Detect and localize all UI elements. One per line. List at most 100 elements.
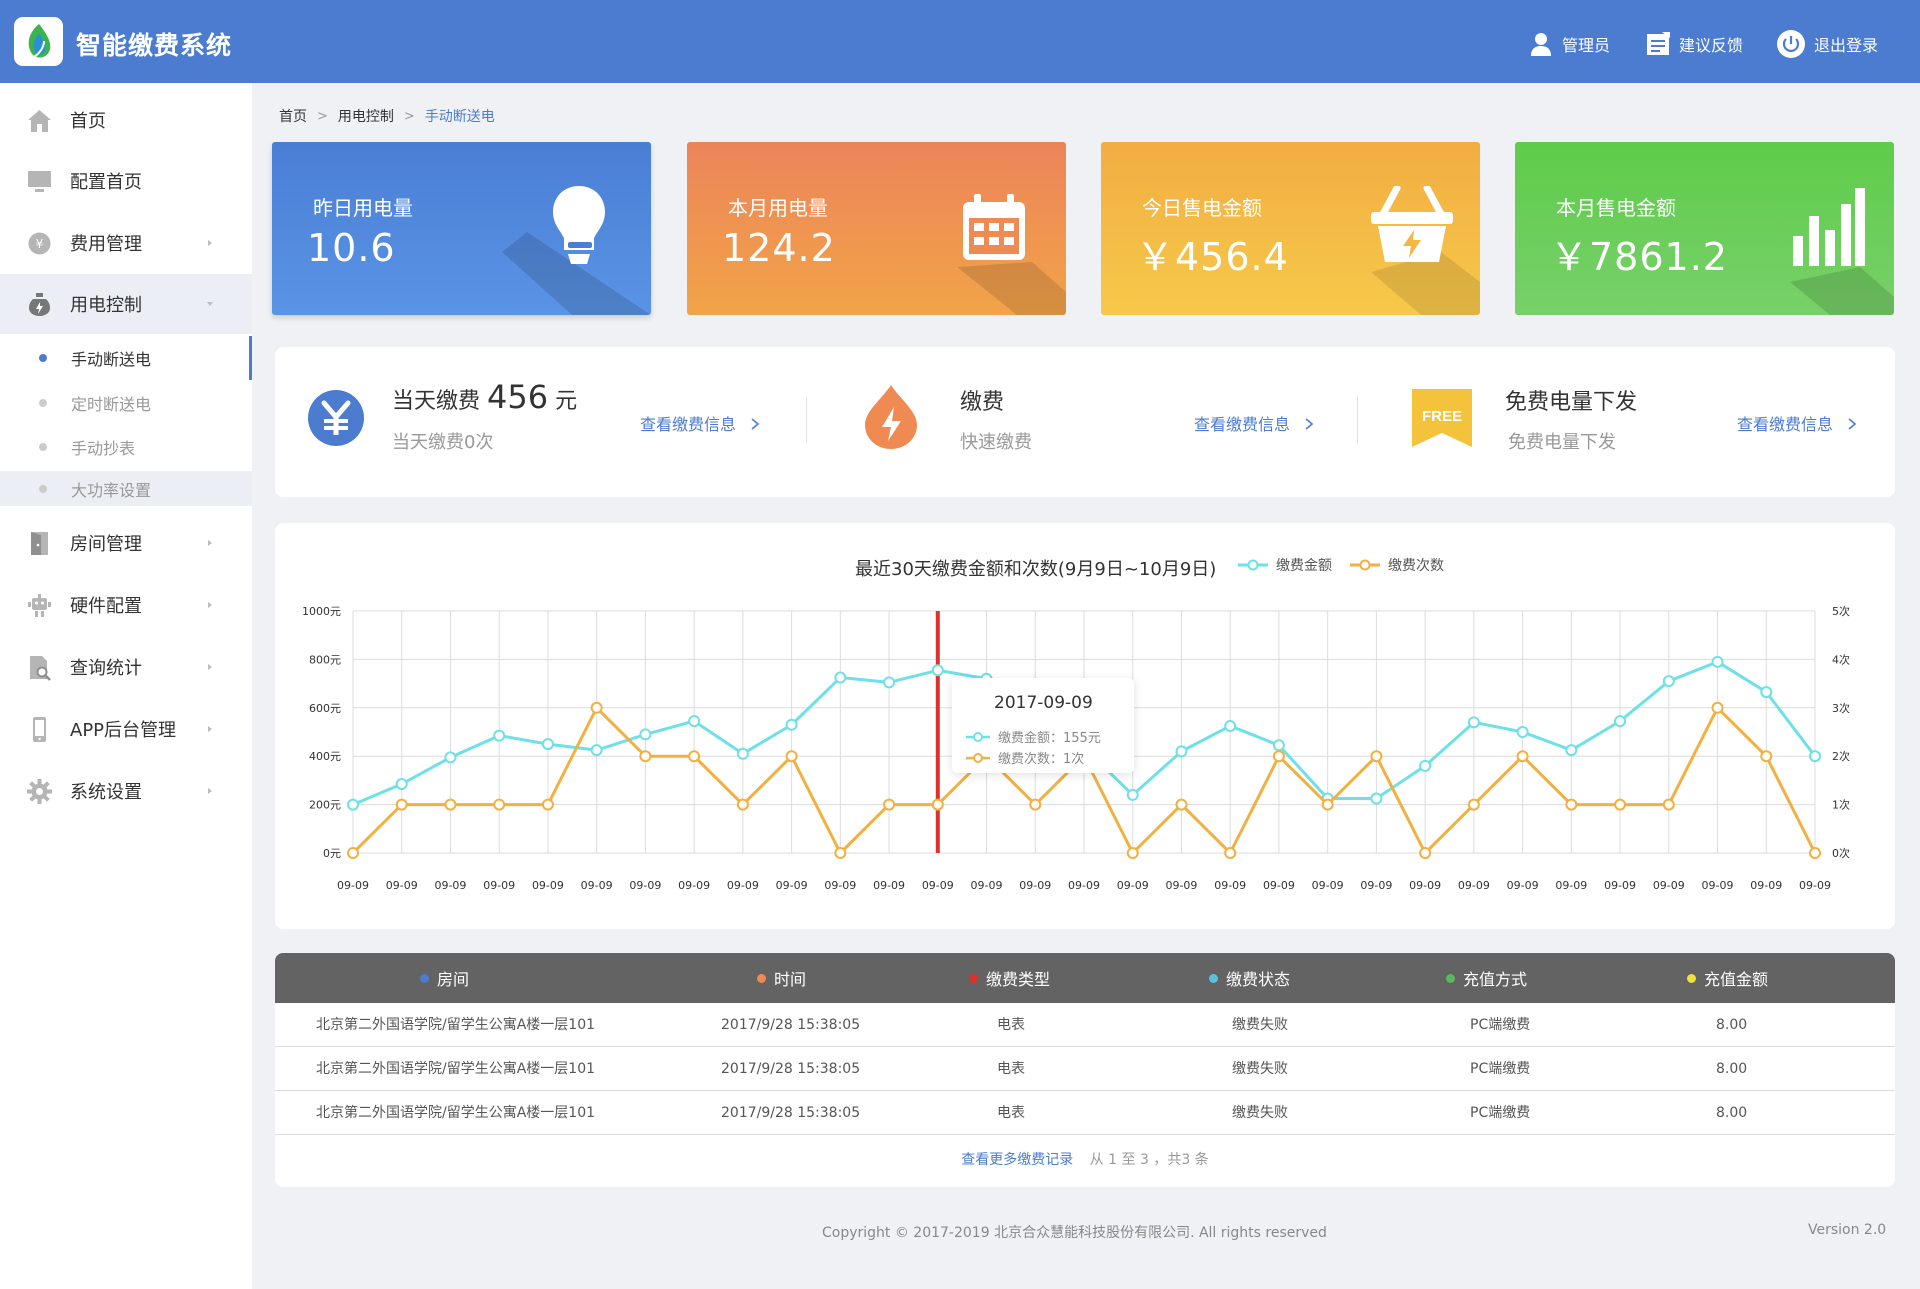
sidebar-item-hardware[interactable]: 硬件配置 xyxy=(0,575,252,635)
bullet-icon xyxy=(39,443,47,451)
sidebar-item-rooms[interactable]: 房间管理 xyxy=(0,513,252,573)
view-payment-info-link[interactable]: 查看缴费信息 xyxy=(1737,411,1858,435)
yen-coin-icon: ¥ xyxy=(28,232,51,255)
th-label: 缴费类型 xyxy=(986,970,1051,989)
free-ribbon-icon: FREE xyxy=(1410,387,1474,451)
app-logo[interactable] xyxy=(14,17,63,66)
payment-subtitle: 快速缴费 xyxy=(960,432,1032,453)
cell-room: 北京第二外国语学院/留学生公寓A楼一层101 xyxy=(316,1017,596,1033)
header-dot xyxy=(1446,973,1455,983)
power-bottle-icon xyxy=(29,293,50,316)
quick-info-panel xyxy=(275,347,1895,497)
stat-value: 10.6 xyxy=(307,226,396,270)
cell-recharge-method: PC端缴费 xyxy=(1470,1061,1531,1077)
stat-label: 本月售电金额 xyxy=(1556,196,1676,220)
free-badge-text: FREE xyxy=(1421,408,1462,425)
sidebar-subitem-timed-switch[interactable]: 定时断送电 xyxy=(0,381,252,425)
chart-title: 最近30天缴费金额和次数(9月9日~10月9日) xyxy=(855,559,1217,580)
sidebar-subitem-label: 手动抄表 xyxy=(71,439,136,458)
view-more-records-link[interactable]: 查看更多缴费记录 xyxy=(961,1152,1073,1168)
sidebar-item-label: APP后台管理 xyxy=(70,720,177,741)
logout-label: 退出登录 xyxy=(1814,36,1879,55)
cell-time: 2017/9/28 15:38:05 xyxy=(721,1061,861,1077)
th-room[interactable]: 房间 xyxy=(420,953,469,1003)
divider xyxy=(1357,397,1358,443)
sidebar-item-label: 查询统计 xyxy=(70,658,142,679)
sidebar-subitem-label: 手动断送电 xyxy=(71,350,152,369)
chevron-right-icon xyxy=(1848,418,1857,430)
sidebar-item-label: 费用管理 xyxy=(70,234,142,255)
caret-right-icon xyxy=(208,726,212,732)
bullet-icon xyxy=(39,484,47,493)
pagination-info: 从 1 至 3 ，共3 条 xyxy=(1089,1152,1209,1168)
sidebar-item-home[interactable]: 首页 xyxy=(0,90,252,150)
chevron-right-icon xyxy=(751,418,760,430)
svg-text:¥: ¥ xyxy=(36,237,44,251)
chart-tooltip: 2017-09-09 缴费金额：155元 缴费次数：1次 xyxy=(952,678,1134,773)
breadcrumb-home[interactable]: 首页 xyxy=(279,106,307,126)
legend-count[interactable]: 缴费次数 xyxy=(1350,555,1444,575)
home-icon xyxy=(28,110,51,132)
gear-icon xyxy=(27,779,52,804)
th-label: 时间 xyxy=(774,970,807,989)
sidebar-item-label: 用电控制 xyxy=(70,295,142,316)
cell-payment-status: 缴费失败 xyxy=(1232,1061,1288,1077)
sidebar-subitem-high-power[interactable]: 大功率设置 xyxy=(0,471,252,506)
stat-value: ￥7861.2 xyxy=(1550,235,1728,279)
stat-label: 昨日用电量 xyxy=(313,196,413,220)
tooltip-amount-row: 缴费金额：155元 xyxy=(966,727,1101,746)
tooltip-count: 缴费次数：1次 xyxy=(998,752,1085,767)
caret-down-icon xyxy=(207,302,213,306)
lightning-drop-icon xyxy=(865,385,917,449)
today-payment-title: 当天缴费 456 元 xyxy=(392,378,577,416)
cell-room: 北京第二外国语学院/留学生公寓A楼一层101 xyxy=(316,1061,596,1077)
th-payment-status[interactable]: 缴费状态 xyxy=(1209,953,1290,1003)
th-payment-type[interactable]: 缴费类型 xyxy=(969,953,1050,1003)
user-label: 管理员 xyxy=(1562,36,1611,55)
th-time[interactable]: 时间 xyxy=(757,953,806,1003)
sidebar-item-system-settings[interactable]: 系统设置 xyxy=(0,761,252,821)
sidebar-item-config-home[interactable]: 配置首页 xyxy=(0,151,252,211)
view-payment-info-link[interactable]: 查看缴费信息 xyxy=(640,411,761,435)
cell-recharge-amount: 8.00 xyxy=(1716,1061,1748,1077)
divider xyxy=(806,397,807,443)
user-menu[interactable]: 管理员 xyxy=(1528,29,1610,59)
sidebar-item-fees[interactable]: ¥ 费用管理 xyxy=(0,213,252,273)
sidebar-item-label: 硬件配置 xyxy=(70,596,142,617)
th-label: 缴费状态 xyxy=(1226,970,1291,989)
tooltip-count-row: 缴费次数：1次 xyxy=(966,748,1084,767)
th-recharge-amount[interactable]: 充值金额 xyxy=(1687,953,1768,1003)
legend-amount[interactable]: 缴费金额 xyxy=(1238,555,1332,575)
top-header: 智能缴费系统 管理员 建议反馈 退出登录 xyxy=(0,0,1920,83)
sidebar-item-power-control[interactable]: 用电控制 xyxy=(0,274,252,334)
feedback-button[interactable]: 建议反馈 xyxy=(1645,29,1743,59)
copyright: Copyright © 2017-2019 北京合众慧能科技股份有限公司. Al… xyxy=(822,1225,1327,1241)
today-payment-count: 当天缴费0次 xyxy=(392,432,494,453)
breadcrumb-power-control[interactable]: 用电控制 xyxy=(338,106,394,126)
version: Version 2.0 xyxy=(1808,1222,1887,1238)
cell-payment-type: 电表 xyxy=(997,1017,1025,1033)
th-recharge-method[interactable]: 充值方式 xyxy=(1446,953,1527,1003)
sidebar-item-query-stats[interactable]: 查询统计 xyxy=(0,637,252,697)
sidebar-item-app-admin[interactable]: APP后台管理 xyxy=(0,699,252,759)
sidebar-subitem-label: 定时断送电 xyxy=(71,395,152,414)
table-row[interactable]: 北京第二外国语学院/留学生公寓A楼一层101 2017/9/28 15:38:0… xyxy=(275,1003,1895,1047)
stat-label: 今日售电金额 xyxy=(1142,196,1262,220)
cell-recharge-method: PC端缴费 xyxy=(1470,1017,1531,1033)
tooltip-count-marker xyxy=(966,752,990,763)
power-icon xyxy=(1777,30,1805,58)
sidebar-subitem-manual-reading[interactable]: 手动抄表 xyxy=(0,425,252,469)
view-payment-info-link[interactable]: 查看缴费信息 xyxy=(1194,411,1315,435)
caret-right-icon xyxy=(208,664,212,670)
table-row[interactable]: 北京第二外国语学院/留学生公寓A楼一层101 2017/9/28 15:38:0… xyxy=(275,1091,1895,1135)
table-row[interactable]: 北京第二外国语学院/留学生公寓A楼一层101 2017/9/28 15:38:0… xyxy=(275,1047,1895,1091)
header-dot xyxy=(757,973,766,983)
cell-recharge-amount: 8.00 xyxy=(1716,1017,1748,1033)
sidebar-subitem-manual-switch[interactable]: 手动断送电 xyxy=(0,336,252,380)
robot-icon xyxy=(28,594,51,617)
breadcrumb-current: 手动断送电 xyxy=(424,109,495,125)
cell-recharge-amount: 8.00 xyxy=(1716,1105,1748,1121)
logout-button[interactable]: 退出登录 xyxy=(1776,29,1878,59)
cell-recharge-method: PC端缴费 xyxy=(1470,1105,1531,1121)
legend-amount-label: 缴费金额 xyxy=(1276,558,1332,574)
